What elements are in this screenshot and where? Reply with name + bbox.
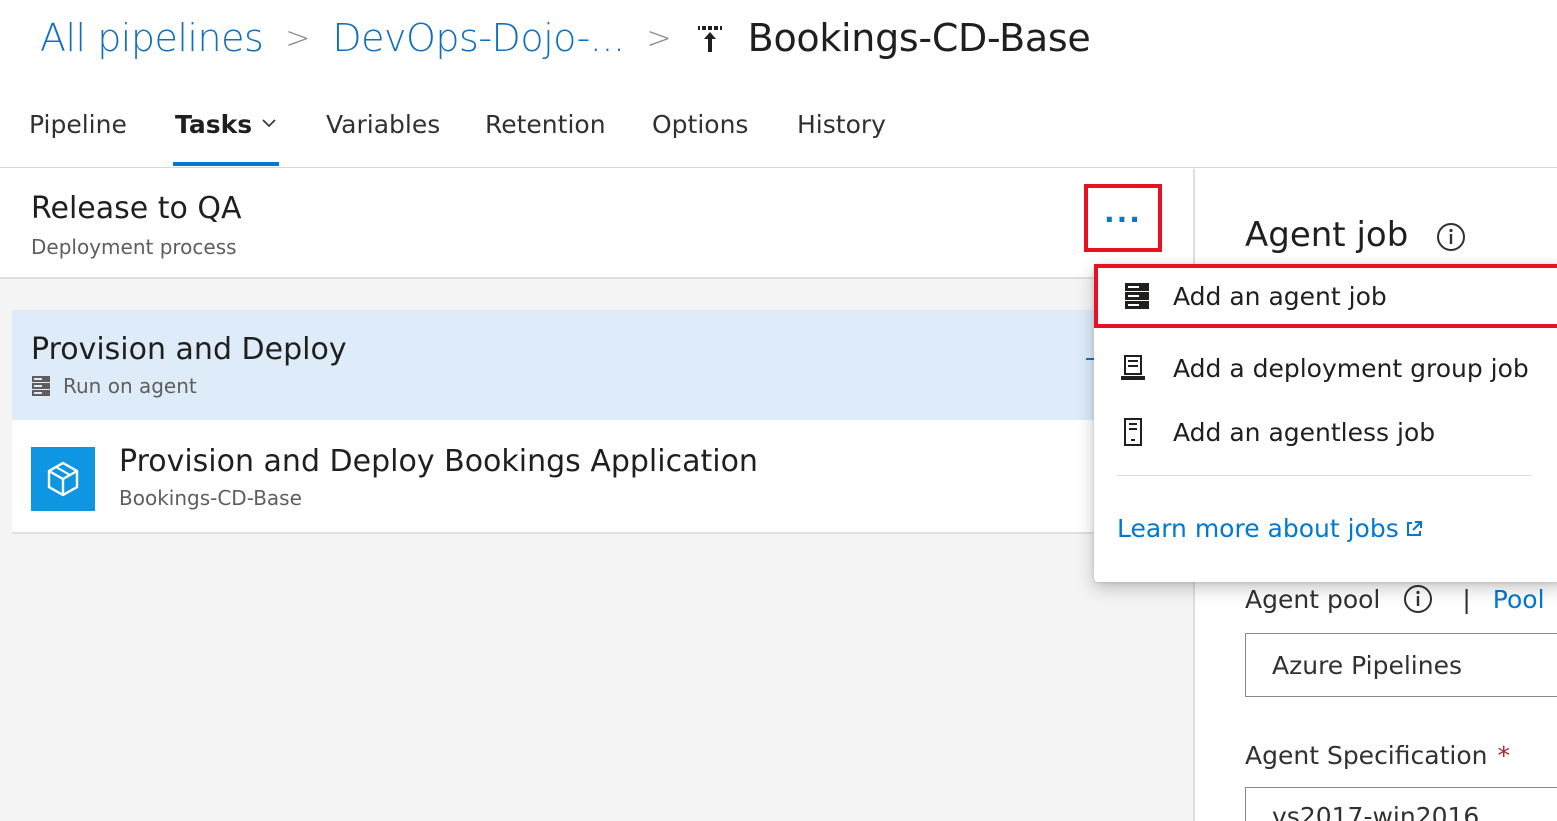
add-job-menu: Add an agent job Add a deployment group … bbox=[1094, 264, 1557, 582]
agent-pool-label: Agent pool | Pool bbox=[1245, 583, 1545, 615]
tab-options[interactable]: Options bbox=[652, 110, 748, 139]
menu-item-add-agentless-job[interactable]: Add an agentless job bbox=[1094, 400, 1557, 464]
info-icon[interactable] bbox=[1435, 221, 1467, 253]
job-subtitle-text: Run on agent bbox=[63, 374, 197, 398]
pool-information-link[interactable]: Pool bbox=[1493, 585, 1545, 614]
ellipsis-icon: ... bbox=[1104, 196, 1142, 229]
menu-divider bbox=[1117, 475, 1532, 476]
agent-pool-label-text: Agent pool bbox=[1245, 584, 1381, 614]
menu-item-label: Add an agentless job bbox=[1173, 417, 1436, 447]
breadcrumb-folder[interactable]: DevOps-Dojo-... bbox=[332, 16, 625, 60]
tab-variables[interactable]: Variables bbox=[326, 110, 440, 139]
task-subtitle: Bookings-CD-Base bbox=[119, 486, 302, 510]
tab-tasks[interactable]: Tasks bbox=[175, 110, 276, 139]
deployment-process-pane: Release to QA Deployment process ... Pro… bbox=[0, 169, 1193, 821]
tab-bar: Pipeline Tasks Variables Retention Optio… bbox=[0, 100, 1557, 168]
cube-icon bbox=[31, 447, 95, 511]
pool-separator: | bbox=[1462, 584, 1471, 614]
stage-header[interactable]: Release to QA Deployment process ... bbox=[0, 169, 1193, 279]
tab-pipeline[interactable]: Pipeline bbox=[29, 110, 127, 139]
job-title: Provision and Deploy bbox=[31, 332, 347, 367]
task-title: Provision and Deploy Bookings Applicatio… bbox=[119, 444, 758, 479]
deployment-group-icon bbox=[1119, 353, 1147, 383]
agent-specification-label: Agent Specification * bbox=[1245, 741, 1510, 770]
agent-pool-select[interactable]: Azure Pipelines bbox=[1245, 633, 1557, 697]
external-link-icon bbox=[1406, 520, 1422, 536]
menu-item-add-agent-job[interactable]: Add an agent job bbox=[1094, 264, 1557, 328]
job-subtitle: Run on agent bbox=[31, 374, 197, 398]
learn-more-text: Learn more about jobs bbox=[1117, 514, 1399, 543]
agent-job-row[interactable]: Provision and Deploy Run on agent bbox=[12, 310, 1193, 420]
learn-more-jobs-link[interactable]: Learn more about jobs bbox=[1117, 514, 1423, 543]
tab-tasks-label: Tasks bbox=[175, 110, 253, 139]
stage-subtitle: Deployment process bbox=[31, 235, 237, 259]
info-icon[interactable] bbox=[1402, 583, 1434, 615]
breadcrumb: All pipelines > DevOps-Dojo-... > Bookin… bbox=[40, 10, 1091, 66]
menu-item-label: Add an agent job bbox=[1173, 281, 1387, 311]
agentless-job-icon bbox=[1119, 417, 1147, 447]
chevron-right-icon: > bbox=[285, 20, 311, 56]
chevron-right-icon: > bbox=[646, 20, 672, 56]
page-title: Bookings-CD-Base bbox=[747, 16, 1091, 60]
release-pipeline-icon bbox=[694, 18, 726, 58]
agent-job-icon bbox=[1123, 281, 1151, 311]
breadcrumb-all-pipelines[interactable]: All pipelines bbox=[40, 16, 264, 60]
agent-server-icon bbox=[32, 376, 50, 396]
panel-title: Agent job bbox=[1245, 215, 1467, 255]
more-actions-button[interactable]: ... bbox=[1084, 184, 1162, 252]
required-marker: * bbox=[1497, 741, 1510, 770]
task-row[interactable]: Provision and Deploy Bookings Applicatio… bbox=[12, 420, 1193, 534]
stage-title: Release to QA bbox=[31, 191, 242, 226]
tab-history[interactable]: History bbox=[797, 110, 886, 139]
panel-title-text: Agent job bbox=[1245, 215, 1409, 255]
menu-item-label: Add a deployment group job bbox=[1173, 353, 1529, 383]
chevron-down-icon bbox=[262, 119, 276, 128]
agent-specification-label-text: Agent Specification bbox=[1245, 741, 1488, 770]
menu-item-add-deployment-group-job[interactable]: Add a deployment group job bbox=[1094, 336, 1557, 400]
tab-retention[interactable]: Retention bbox=[485, 110, 606, 139]
agent-specification-select[interactable]: vs2017-win2016 bbox=[1245, 787, 1557, 821]
active-tab-indicator bbox=[173, 162, 279, 166]
